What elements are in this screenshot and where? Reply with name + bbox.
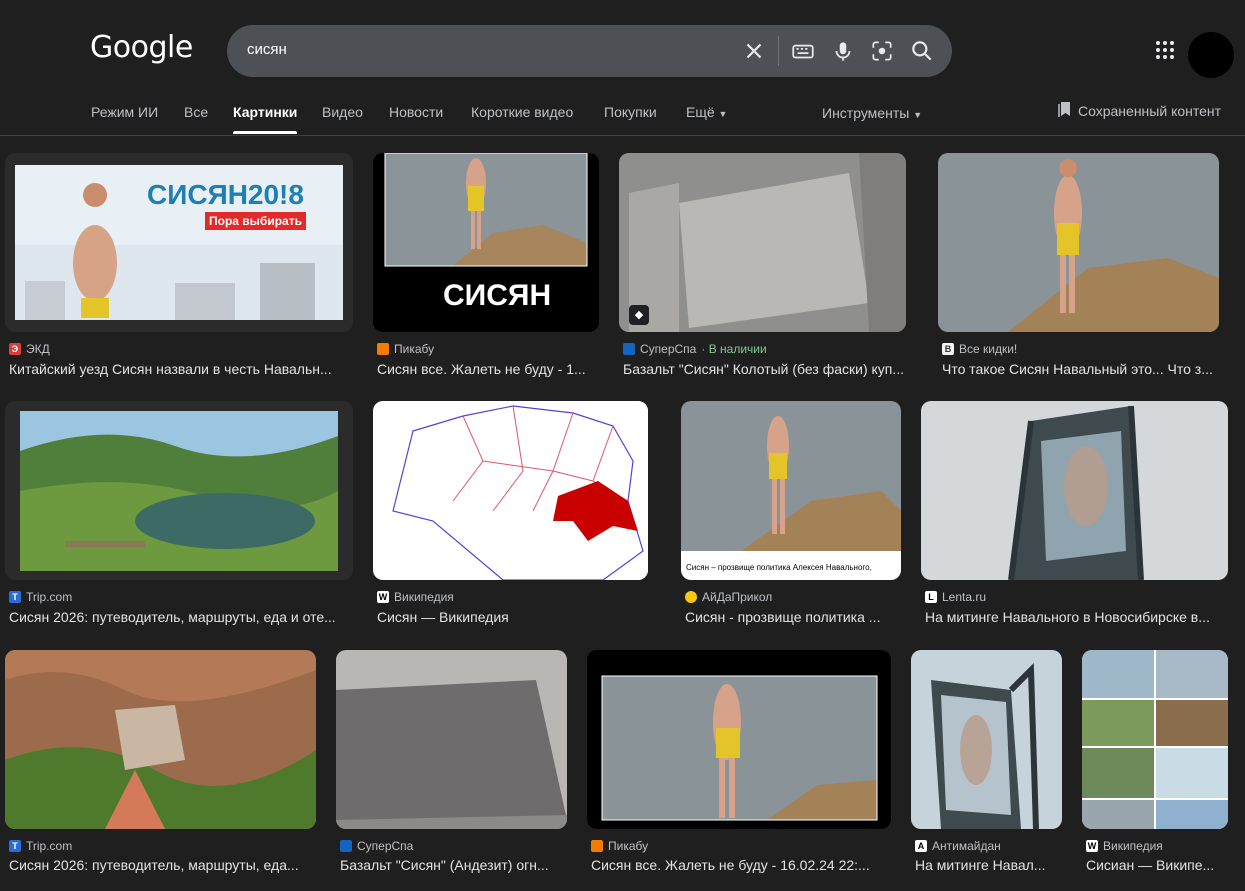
- source-label: СуперСпа: [640, 342, 697, 356]
- result-title[interactable]: Что такое Сисян Навальный это... Что з..…: [942, 361, 1227, 377]
- result-source[interactable]: Пикабу: [377, 342, 434, 356]
- search-icon[interactable]: [909, 38, 935, 64]
- result-image[interactable]: [587, 650, 891, 829]
- thumb-headline: СИСЯН20!8: [147, 179, 304, 210]
- source-label: АйДаПрикол: [702, 590, 773, 604]
- site-favicon-icon: [377, 343, 389, 355]
- source-label: Википедия: [394, 590, 454, 604]
- avatar[interactable]: [1188, 32, 1234, 78]
- result-source[interactable]: Пикабу: [591, 839, 648, 853]
- thumb-caption: СИСЯН: [443, 279, 552, 312]
- result-source[interactable]: L Lenta.ru: [925, 590, 986, 604]
- header: Google сисян Режим ИИ Все Картинки Видео…: [0, 0, 1245, 136]
- site-favicon-icon: [340, 840, 352, 852]
- source-label: Все кидки!: [959, 342, 1018, 356]
- result-source[interactable]: W Википедия: [377, 590, 454, 604]
- result-image[interactable]: [336, 650, 567, 829]
- result-title[interactable]: На митинге Навал...: [915, 857, 1062, 873]
- microphone-icon[interactable]: [830, 38, 856, 64]
- result-title[interactable]: Сисян — Википедия: [377, 609, 652, 625]
- thumb-subheadline: Пора выбирать: [205, 212, 306, 230]
- result-title[interactable]: Сисян все. Жалеть не буду - 1...: [377, 361, 599, 377]
- tools-button[interactable]: Инструменты ▼: [822, 105, 922, 121]
- saved-content-label: Сохраненный контент: [1078, 102, 1222, 119]
- tab-shopping[interactable]: Покупки: [604, 104, 657, 120]
- result-title[interactable]: На митинге Навального в Новосибирске в..…: [925, 609, 1225, 625]
- result-source[interactable]: Э ЭКД: [9, 342, 50, 356]
- tab-news[interactable]: Новости: [389, 104, 443, 120]
- tag-icon: ◆: [629, 305, 649, 325]
- result-title[interactable]: Базальт "Сисян" Колотый (без фаски) куп.…: [623, 361, 915, 377]
- result-title[interactable]: Китайский уезд Сисян назвали в честь Нав…: [9, 361, 349, 377]
- result-source[interactable]: В Все кидки!: [942, 342, 1017, 356]
- site-favicon-icon: W: [377, 591, 389, 603]
- result-title[interactable]: Сисян - прозвище политика ...: [685, 609, 901, 625]
- lens-icon[interactable]: [869, 38, 895, 64]
- result-title[interactable]: Сисян 2026: путеводитель, маршруты, еда.…: [9, 857, 316, 873]
- caret-down-icon: ▼: [913, 110, 923, 120]
- search-bar[interactable]: сисян: [227, 25, 952, 77]
- result-image[interactable]: [938, 153, 1219, 332]
- keyboard-icon[interactable]: [790, 38, 816, 64]
- tab-video[interactable]: Видео: [322, 104, 363, 120]
- thumb-caption: Сисян – прозвище политика Алексея Наваль…: [686, 563, 872, 572]
- result-image[interactable]: [1082, 650, 1228, 829]
- site-favicon-icon: В: [942, 343, 954, 355]
- bookmark-icon: [1058, 101, 1072, 120]
- source-label: Lenta.ru: [942, 590, 987, 604]
- result-image[interactable]: [373, 401, 648, 580]
- search-input[interactable]: сисян: [247, 41, 287, 58]
- site-favicon-icon: L: [925, 591, 937, 603]
- saved-content-button[interactable]: Сохраненный контент: [1058, 101, 1221, 120]
- result-image[interactable]: [911, 650, 1062, 829]
- result-image[interactable]: ◆: [619, 153, 906, 332]
- result-image[interactable]: СИСЯН: [373, 153, 599, 332]
- result-source[interactable]: T Trip.com: [9, 590, 72, 604]
- result-image[interactable]: СИСЯН20!8 Пора выбирать: [5, 153, 353, 332]
- clear-icon[interactable]: [741, 38, 767, 64]
- source-label: Википедия: [1103, 839, 1163, 853]
- source-label: Trip.com: [26, 590, 73, 604]
- site-favicon-icon: T: [9, 591, 21, 603]
- result-title[interactable]: Сисян все. Жалеть не буду - 16.02.24 22:…: [591, 857, 891, 873]
- source-label: Пикабу: [608, 839, 649, 853]
- result-image[interactable]: [5, 650, 316, 829]
- source-label: СуперСпа: [357, 839, 414, 853]
- result-image[interactable]: [921, 401, 1228, 580]
- source-label: Trip.com: [26, 839, 73, 853]
- site-favicon-icon: [685, 591, 697, 603]
- result-source[interactable]: T Trip.com: [9, 839, 72, 853]
- result-title[interactable]: Сисиан — Википе...: [1086, 857, 1228, 873]
- search-divider: [778, 36, 779, 66]
- tab-images[interactable]: Картинки: [233, 104, 298, 134]
- tab-short-videos[interactable]: Короткие видео: [471, 104, 573, 120]
- site-favicon-icon: W: [1086, 840, 1098, 852]
- apps-grid-icon[interactable]: [1154, 39, 1176, 61]
- tab-more[interactable]: Ещё ▼: [686, 104, 727, 120]
- tools-label: Инструменты: [822, 105, 910, 121]
- result-image[interactable]: [5, 401, 353, 580]
- tab-ai-mode[interactable]: Режим ИИ: [91, 104, 158, 120]
- result-source[interactable]: СуперСпа · В наличии: [623, 342, 767, 356]
- tab-more-label: Ещё: [686, 104, 715, 120]
- site-favicon-icon: Э: [9, 343, 21, 355]
- source-label: ЭКД: [26, 342, 50, 356]
- availability-badge: · В наличии: [701, 342, 767, 356]
- source-label: Антимайдан: [932, 839, 1001, 853]
- google-logo[interactable]: Google: [90, 30, 193, 65]
- result-source[interactable]: W Википедия: [1086, 839, 1163, 853]
- result-image[interactable]: Сисян – прозвище политика Алексея Наваль…: [681, 401, 901, 580]
- tab-all[interactable]: Все: [184, 104, 208, 120]
- result-source[interactable]: СуперСпа: [340, 839, 413, 853]
- source-label: Пикабу: [394, 342, 435, 356]
- site-favicon-icon: [591, 840, 603, 852]
- result-source[interactable]: АйДаПрикол: [685, 590, 772, 604]
- result-title[interactable]: Базальт "Сисян" (Андезит) огн...: [340, 857, 567, 873]
- site-favicon-icon: А: [915, 840, 927, 852]
- result-title[interactable]: Сисян 2026: путеводитель, маршруты, еда …: [9, 609, 353, 625]
- site-favicon-icon: [623, 343, 635, 355]
- result-source[interactable]: А Антимайдан: [915, 839, 1001, 853]
- caret-down-icon: ▼: [718, 109, 728, 119]
- site-favicon-icon: T: [9, 840, 21, 852]
